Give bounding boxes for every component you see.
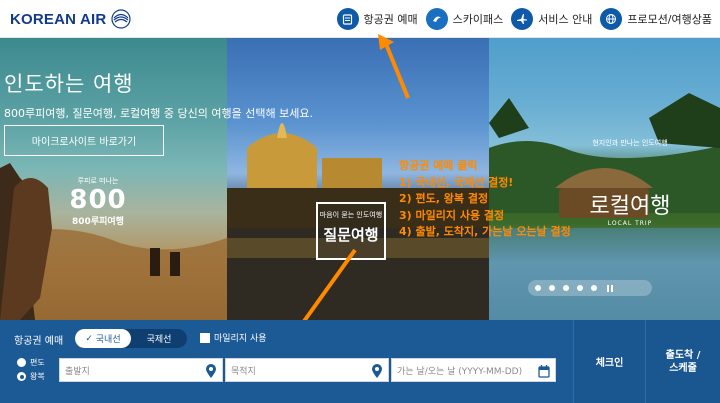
tab-international[interactable]: 국제선 (131, 329, 187, 348)
booking-widget: 항공권 예매 ✓ 국내선 국제선 마일리지 사용 편도 왕복 출발지 목적지 가… (0, 320, 720, 403)
radio-round-trip[interactable]: 왕복 (17, 371, 45, 382)
tab-domestic-label: 국내선 (95, 335, 121, 345)
date-input[interactable]: 가는 날/오는 날 (YYYY-MM-DD) (391, 358, 556, 382)
radio-icon (17, 358, 26, 367)
tab-domestic[interactable]: ✓ 국내선 (75, 329, 131, 348)
date-placeholder: 가는 날/오는 날 (YYYY-MM-DD) (397, 366, 523, 377)
schedule-label-line: 스케줄 (669, 362, 697, 374)
destination-input[interactable]: 목적지 (225, 358, 389, 382)
radio-one-way[interactable]: 편도 (17, 357, 45, 368)
location-pin-icon[interactable] (371, 364, 383, 378)
mileage-label: 마일리지 사용 (214, 334, 267, 344)
origin-input[interactable]: 출발지 (59, 358, 223, 382)
schedule-label-line: 출도착 / (665, 349, 701, 361)
radio-label: 왕복 (30, 372, 45, 381)
calendar-icon[interactable] (538, 364, 550, 378)
radio-icon (17, 372, 26, 381)
mileage-checkbox[interactable]: 마일리지 사용 (200, 331, 267, 344)
trip-type-radios: 편도 왕복 (17, 357, 45, 385)
radio-label: 편도 (30, 358, 45, 367)
booking-label: 항공권 예매 (14, 336, 64, 347)
flight-schedule-button[interactable]: 출도착 / 스케줄 (645, 320, 720, 403)
route-type-toggle: ✓ 국내선 국제선 (75, 329, 187, 348)
checkin-button[interactable]: 체크인 (573, 320, 645, 403)
destination-placeholder: 목적지 (231, 366, 256, 377)
location-pin-icon[interactable] (205, 364, 217, 378)
checkbox-icon (200, 332, 210, 343)
origin-placeholder: 출발지 (65, 366, 90, 377)
booking-form: 항공권 예매 ✓ 국내선 국제선 마일리지 사용 편도 왕복 출발지 목적지 가… (0, 320, 573, 403)
